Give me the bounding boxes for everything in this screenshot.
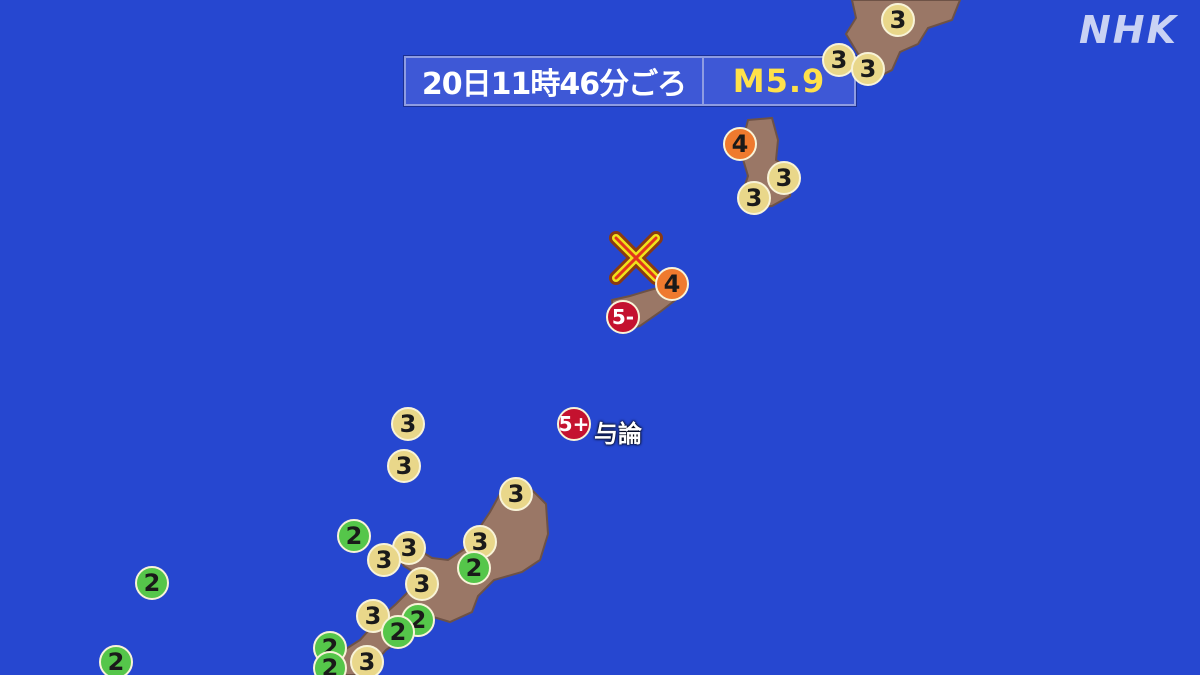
intensity-marker: 3 [405, 567, 439, 601]
intensity-marker: 3 [499, 477, 533, 511]
intensity-marker: 3 [737, 181, 771, 215]
earthquake-map: NHK 20日11時46分ごろ M5.9 3 3 3 4 3 3 4 5- 5+… [0, 0, 1200, 675]
intensity-marker: 3 [350, 645, 384, 675]
intensity-marker: 3 [851, 52, 885, 86]
earthquake-info-box: 20日11時46分ごろ M5.9 [404, 56, 856, 106]
intensity-marker: 2 [381, 615, 415, 649]
intensity-marker: 5- [606, 300, 640, 334]
intensity-marker: 2 [99, 645, 133, 675]
intensity-marker: 3 [367, 543, 401, 577]
occurrence-time: 20日11時46分ごろ [406, 58, 704, 104]
intensity-marker: 3 [387, 449, 421, 483]
intensity-marker: 4 [723, 127, 757, 161]
intensity-marker: 3 [767, 161, 801, 195]
place-label-yoron: 与論 [594, 420, 642, 448]
intensity-marker: 2 [135, 566, 169, 600]
nhk-logo: NHK [1078, 8, 1178, 52]
intensity-marker: 5+ [557, 407, 591, 441]
intensity-marker: 3 [391, 407, 425, 441]
intensity-marker: 2 [337, 519, 371, 553]
intensity-marker: 4 [655, 267, 689, 301]
intensity-marker: 3 [881, 3, 915, 37]
intensity-marker: 2 [457, 551, 491, 585]
